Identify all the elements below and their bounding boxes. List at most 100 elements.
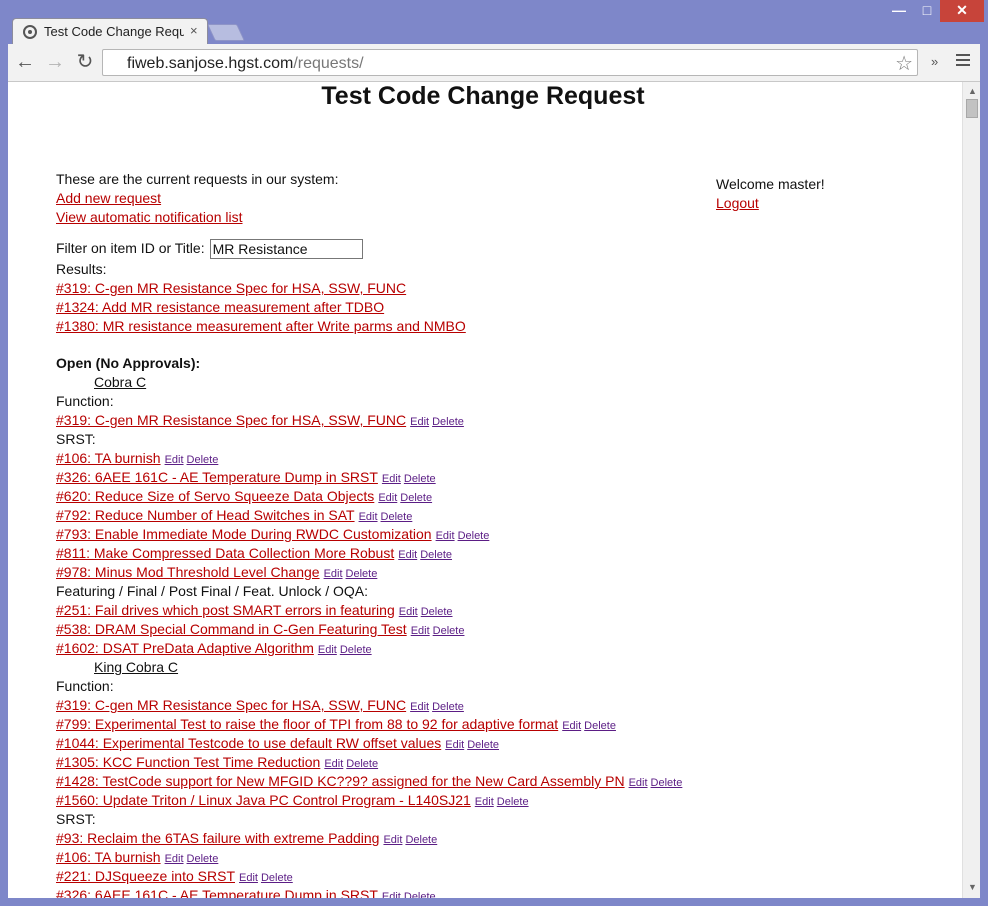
- address-bar[interactable]: fiweb.sanjose.hgst.com/requests/ ☆: [102, 49, 918, 76]
- section-heading: Function:: [56, 678, 114, 694]
- extensions-overflow-icon[interactable]: »: [931, 54, 938, 69]
- request-link[interactable]: #319: C-gen MR Resistance Spec for HSA, …: [56, 697, 406, 713]
- edit-link[interactable]: Edit: [410, 701, 429, 713]
- request-row: #793: Enable Immediate Mode During RWDC …: [56, 525, 706, 544]
- request-link[interactable]: #1044: Experimental Testcode to use defa…: [56, 735, 441, 751]
- request-link[interactable]: #319: C-gen MR Resistance Spec for HSA, …: [56, 412, 406, 428]
- request-row: #106: TA burnish Edit Delete: [56, 848, 706, 867]
- close-tab-icon[interactable]: ×: [190, 23, 198, 38]
- request-link[interactable]: #106: TA burnish: [56, 450, 161, 466]
- request-link[interactable]: #1602: DSAT PreData Adaptive Algorithm: [56, 640, 314, 656]
- delete-link[interactable]: Delete: [346, 568, 378, 580]
- delete-link[interactable]: Delete: [404, 891, 436, 898]
- delete-link[interactable]: Delete: [404, 473, 436, 485]
- result-link[interactable]: #1324: Add MR resistance measurement aft…: [56, 299, 384, 315]
- edit-link[interactable]: Edit: [359, 511, 378, 523]
- delete-link[interactable]: Delete: [400, 492, 432, 504]
- back-button[interactable]: ←: [12, 50, 38, 74]
- delete-link[interactable]: Delete: [433, 625, 465, 637]
- maximize-button[interactable]: □: [914, 0, 940, 22]
- request-link[interactable]: #538: DRAM Special Command in C-Gen Feat…: [56, 621, 407, 637]
- delete-link[interactable]: Delete: [405, 834, 437, 846]
- scroll-down-arrow-icon[interactable]: ▼: [968, 882, 977, 892]
- edit-link[interactable]: Edit: [378, 492, 397, 504]
- delete-link[interactable]: Delete: [467, 739, 499, 751]
- filter-input[interactable]: [209, 238, 363, 259]
- delete-link[interactable]: Delete: [432, 701, 464, 713]
- forward-button[interactable]: →: [42, 50, 68, 74]
- edit-link[interactable]: Edit: [562, 720, 581, 732]
- edit-link[interactable]: Edit: [383, 834, 402, 846]
- logout-link[interactable]: Logout: [716, 195, 759, 211]
- edit-link[interactable]: Edit: [165, 853, 184, 865]
- delete-link[interactable]: Delete: [261, 872, 293, 884]
- delete-link[interactable]: Delete: [458, 530, 490, 542]
- scroll-up-arrow-icon[interactable]: ▲: [968, 86, 977, 96]
- vertical-scrollbar[interactable]: ▲ ▼: [962, 82, 980, 898]
- delete-link[interactable]: Delete: [346, 758, 378, 770]
- edit-link[interactable]: Edit: [324, 758, 343, 770]
- notification-list-link[interactable]: View automatic notification list: [56, 209, 243, 225]
- edit-link[interactable]: Edit: [436, 530, 455, 542]
- close-window-button[interactable]: ✕: [940, 0, 984, 22]
- edit-link[interactable]: Edit: [318, 644, 337, 656]
- delete-link[interactable]: Delete: [187, 454, 219, 466]
- delete-link[interactable]: Delete: [421, 606, 453, 618]
- request-link[interactable]: #799: Experimental Test to raise the flo…: [56, 716, 558, 732]
- result-link[interactable]: #1380: MR resistance measurement after W…: [56, 318, 466, 334]
- scroll-thumb[interactable]: [966, 99, 978, 118]
- delete-link[interactable]: Delete: [432, 416, 464, 428]
- delete-link[interactable]: Delete: [187, 853, 219, 865]
- request-link[interactable]: #792: Reduce Number of Head Switches in …: [56, 507, 355, 523]
- delete-link[interactable]: Delete: [497, 796, 529, 808]
- edit-link[interactable]: Edit: [629, 777, 648, 789]
- request-link[interactable]: #793: Enable Immediate Mode During RWDC …: [56, 526, 432, 542]
- request-link[interactable]: #1305: KCC Function Test Time Reduction: [56, 754, 320, 770]
- new-tab-button[interactable]: [207, 24, 245, 41]
- edit-link[interactable]: Edit: [445, 739, 464, 751]
- bookmark-star-icon[interactable]: ☆: [895, 51, 913, 76]
- request-link[interactable]: #326: 6AEE 161C - AE Temperature Dump in…: [56, 887, 378, 898]
- request-link[interactable]: #221: DJSqueeze into SRST: [56, 868, 235, 884]
- result-link[interactable]: #319: C-gen MR Resistance Spec for HSA, …: [56, 280, 406, 296]
- delete-link[interactable]: Delete: [381, 511, 413, 523]
- edit-link[interactable]: Edit: [324, 568, 343, 580]
- delete-link[interactable]: Delete: [651, 777, 683, 789]
- edit-link[interactable]: Edit: [398, 549, 417, 561]
- section-heading: SRST:: [56, 431, 96, 447]
- edit-link[interactable]: Edit: [411, 625, 430, 637]
- delete-link[interactable]: Delete: [584, 720, 616, 732]
- edit-link[interactable]: Edit: [239, 872, 258, 884]
- edit-link[interactable]: Edit: [399, 606, 418, 618]
- minimize-button[interactable]: —: [884, 0, 914, 22]
- request-row: #1428: TestCode support for New MFGID KC…: [56, 772, 706, 791]
- browser-window: Test Code Change Reques × — □ ✕ ← → ↻ fi…: [0, 0, 988, 906]
- title-bar: Test Code Change Reques × — □ ✕: [0, 0, 988, 44]
- request-link[interactable]: #106: TA burnish: [56, 849, 161, 865]
- request-link[interactable]: #811: Make Compressed Data Collection Mo…: [56, 545, 394, 561]
- filter-row: Filter on item ID or Title:: [56, 237, 706, 260]
- request-link[interactable]: #1428: TestCode support for New MFGID KC…: [56, 773, 625, 789]
- edit-link[interactable]: Edit: [382, 891, 401, 898]
- request-link[interactable]: #93: Reclaim the 6TAS failure with extre…: [56, 830, 379, 846]
- menu-icon[interactable]: [956, 54, 970, 68]
- request-link[interactable]: #326: 6AEE 161C - AE Temperature Dump in…: [56, 469, 378, 485]
- page-viewport: Test Code Change Request Welcome master!…: [8, 82, 962, 898]
- add-new-request-link[interactable]: Add new request: [56, 190, 161, 206]
- delete-link[interactable]: Delete: [420, 549, 452, 561]
- delete-link[interactable]: Delete: [340, 644, 372, 656]
- reload-button[interactable]: ↻: [72, 50, 98, 74]
- edit-link[interactable]: Edit: [382, 473, 401, 485]
- request-link[interactable]: #978: Minus Mod Threshold Level Change: [56, 564, 320, 580]
- request-link[interactable]: #1560: Update Triton / Linux Java PC Con…: [56, 792, 471, 808]
- request-link[interactable]: #251: Fail drives which post SMART error…: [56, 602, 395, 618]
- request-link[interactable]: #620: Reduce Size of Servo Squeeze Data …: [56, 488, 374, 504]
- edit-link[interactable]: Edit: [475, 796, 494, 808]
- filter-label: Filter on item ID or Title:: [56, 240, 205, 256]
- edit-link[interactable]: Edit: [165, 454, 184, 466]
- edit-link[interactable]: Edit: [410, 416, 429, 428]
- active-tab[interactable]: Test Code Change Reques ×: [12, 18, 208, 44]
- request-row: #1560: Update Triton / Linux Java PC Con…: [56, 791, 706, 810]
- results-list: #319: C-gen MR Resistance Spec for HSA, …: [56, 279, 706, 336]
- request-row: #319: C-gen MR Resistance Spec for HSA, …: [56, 696, 706, 715]
